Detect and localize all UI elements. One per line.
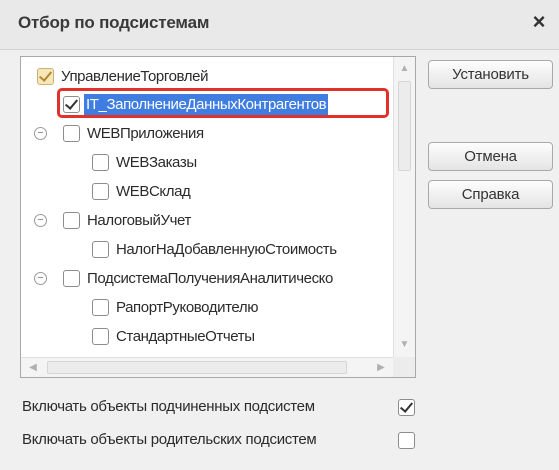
close-icon[interactable]: × xyxy=(525,8,553,36)
tree-item-checkbox[interactable] xyxy=(63,212,80,229)
scroll-left-icon[interactable]: ◀ xyxy=(25,360,41,375)
collapse-icon[interactable]: − xyxy=(34,214,47,227)
scroll-right-icon[interactable]: ▶ xyxy=(373,360,389,375)
tree-item-label: НалогНаДобавленнуюСтоимость xyxy=(116,241,337,258)
tree-item-checkbox[interactable] xyxy=(63,270,80,287)
collapse-icon[interactable]: − xyxy=(34,127,47,140)
collapse-icon[interactable]: − xyxy=(34,272,47,285)
tree-item-checkbox[interactable] xyxy=(92,328,109,345)
include-subordinate-option[interactable]: Включать объекты подчиненных подсистем xyxy=(22,398,422,420)
tree-item-label: УправлениеТорговлей xyxy=(61,68,209,85)
subsystem-tree[interactable]: УправлениеТорговлей IT_ЗаполнениеДанныхК… xyxy=(20,56,416,378)
tree-item-label: НалоговыйУчет xyxy=(87,212,191,229)
include-subordinate-checkbox[interactable] xyxy=(398,399,415,416)
tree-item-label: ПодсистемаПолученияАналитическо xyxy=(87,270,333,287)
horizontal-scroll-thumb[interactable] xyxy=(47,361,347,374)
include-parent-label: Включать объекты родительских подсистем xyxy=(22,431,317,448)
tree-item-web-prilozheniya[interactable]: − WEBПриложения xyxy=(21,120,393,148)
tree-item-label: IT_ЗаполнениеДанныхКонтрагентов xyxy=(84,94,329,115)
include-parent-option[interactable]: Включать объекты родительских подсистем xyxy=(22,431,422,453)
include-parent-checkbox[interactable] xyxy=(398,432,415,449)
tree-item-checkbox[interactable] xyxy=(92,299,109,316)
tree-item-nds[interactable]: НалогНаДобавленнуюСтоимость xyxy=(21,236,393,264)
tree-item-standartnye-otchety[interactable]: СтандартныеОтчеты xyxy=(21,323,393,357)
window-title: Отбор по подсистемам xyxy=(18,13,210,32)
tree-item-label: WEBПриложения xyxy=(87,125,204,142)
tree-item-podsistema-analitiki[interactable]: − ПодсистемаПолученияАналитическо xyxy=(21,265,393,293)
tree-item-checkbox[interactable] xyxy=(92,154,109,171)
tree-item-checkbox[interactable] xyxy=(37,68,54,85)
tree-item-it-zapolnenie[interactable]: IT_ЗаполнениеДанныхКонтрагентов xyxy=(21,91,393,119)
tree-item-checkbox[interactable] xyxy=(63,125,80,142)
scroll-up-icon[interactable]: ▲ xyxy=(397,61,412,77)
tree-item-checkbox[interactable] xyxy=(63,96,80,113)
horizontal-scrollbar[interactable]: ◀ ▶ xyxy=(21,357,393,377)
tree-item-nalogovyy-uchet[interactable]: − НалоговыйУчет xyxy=(21,207,393,235)
tree-item-raport[interactable]: РапортРуководителю xyxy=(21,294,393,322)
scroll-down-icon[interactable]: ▼ xyxy=(397,337,412,353)
include-subordinate-label: Включать объекты подчиненных подсистем xyxy=(22,398,315,415)
tree-item-label: WEBСклад xyxy=(116,183,191,200)
title-bar: Отбор по подсистемам × xyxy=(0,0,559,50)
scroll-corner xyxy=(393,357,415,377)
tree-item-checkbox[interactable] xyxy=(92,241,109,258)
tree-item-label: РапортРуководителю xyxy=(116,299,259,316)
tree-item-upravlenie-torgovley[interactable]: УправлениеТорговлей xyxy=(21,63,393,91)
tree-item-checkbox[interactable] xyxy=(92,183,109,200)
tree-item-label: WEBЗаказы xyxy=(116,154,197,171)
tree-item-label: СтандартныеОтчеты xyxy=(116,328,255,345)
help-button[interactable]: Справка xyxy=(428,180,553,209)
vertical-scrollbar[interactable]: ▲ ▼ xyxy=(393,57,415,357)
set-button[interactable]: Установить xyxy=(428,60,553,89)
cancel-button[interactable]: Отмена xyxy=(428,142,553,171)
vertical-scroll-thumb[interactable] xyxy=(398,81,411,171)
tree-item-web-zakazy[interactable]: WEBЗаказы xyxy=(21,149,393,177)
tree-item-web-sklad[interactable]: WEBСклад xyxy=(21,178,393,206)
